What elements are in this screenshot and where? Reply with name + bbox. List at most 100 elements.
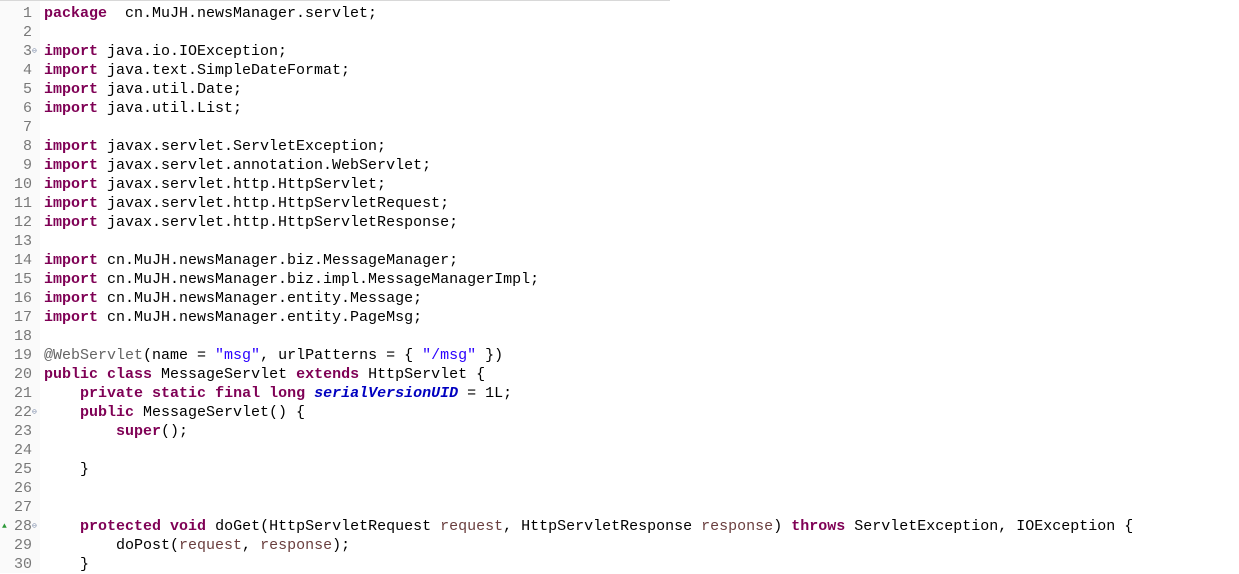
line-number: 3 xyxy=(22,43,32,60)
code-text: } xyxy=(44,460,89,479)
token: (name = xyxy=(143,347,216,364)
override-marker-icon[interactable]: ▲ xyxy=(2,517,7,536)
token-kw: import xyxy=(44,138,99,155)
line-number: 21 xyxy=(13,385,32,402)
token: javax.servlet.ServletException; xyxy=(98,138,387,155)
token-kw: import xyxy=(44,252,99,269)
token: javax.servlet.http.HttpServletResponse; xyxy=(98,214,459,231)
token: cn.MuJH.newsManager.biz.impl.MessageMana… xyxy=(98,271,540,288)
line-number: 12 xyxy=(13,214,32,231)
token-kw: super xyxy=(116,423,162,440)
token-par: response xyxy=(260,537,333,554)
token-kw: import xyxy=(44,81,99,98)
line-number: 6 xyxy=(22,100,32,117)
token-ann: @WebServlet xyxy=(44,347,144,364)
line-number: 15 xyxy=(13,271,32,288)
token-kw: import xyxy=(44,157,99,174)
code-text: import cn.MuJH.newsManager.entity.PageMs… xyxy=(44,308,422,327)
token-kw: protected xyxy=(80,518,162,535)
collapse-fold-icon[interactable]: ⊖ xyxy=(32,403,37,422)
code-text: import java.io.IOException; xyxy=(44,42,287,61)
code-text: import cn.MuJH.newsManager.biz.MessageMa… xyxy=(44,251,458,270)
token: javax.servlet.http.HttpServletRequest; xyxy=(98,195,450,212)
code-text: import java.util.Date; xyxy=(44,80,242,99)
token-kw: import xyxy=(44,290,99,307)
token: = 1L; xyxy=(458,385,513,402)
line-number: 20 xyxy=(13,366,32,383)
token-kw: import xyxy=(44,176,99,193)
token: MessageServlet xyxy=(152,366,297,383)
token-kw: extends xyxy=(296,366,360,383)
token: MessageServlet() { xyxy=(134,404,306,421)
line-number: 16 xyxy=(13,290,32,307)
token: ) xyxy=(773,518,792,535)
token: } xyxy=(44,556,90,573)
line-number: 18 xyxy=(13,328,32,345)
token-kw: void xyxy=(170,518,207,535)
code-text: import java.util.List; xyxy=(44,99,242,118)
token-par: response xyxy=(701,518,774,535)
code-text: import java.text.SimpleDateFormat; xyxy=(44,61,350,80)
line-number: 17 xyxy=(13,309,32,326)
line-number: 27 xyxy=(13,499,32,516)
code-text: import javax.servlet.http.HttpServlet; xyxy=(44,175,386,194)
line-number: 19 xyxy=(13,347,32,364)
token-str: "/msg" xyxy=(422,347,477,364)
token: ServletException, IOException { xyxy=(845,518,1134,535)
collapse-fold-icon[interactable]: ⊖ xyxy=(32,517,37,536)
token: doGet(HttpServletRequest xyxy=(206,518,441,535)
token-kw: private xyxy=(80,385,144,402)
token-kw: import xyxy=(44,214,99,231)
code-text: public MessageServlet() { xyxy=(44,403,305,422)
code-text: @WebServlet(name = "msg", urlPatterns = … xyxy=(44,346,503,365)
code-text: import cn.MuJH.newsManager.biz.impl.Mess… xyxy=(44,270,539,289)
code-text: import javax.servlet.http.HttpServletRes… xyxy=(44,213,458,232)
line-number: 22 xyxy=(13,404,32,421)
token: cn.MuJH.newsManager.servlet; xyxy=(107,5,378,22)
code-text: protected void doGet(HttpServletRequest … xyxy=(44,517,1133,536)
code-text: private static final long serialVersionU… xyxy=(44,384,512,403)
code-text: import javax.servlet.http.HttpServletReq… xyxy=(44,194,449,213)
line-number: 8 xyxy=(22,138,32,155)
token-kw: import xyxy=(44,100,99,117)
token: javax.servlet.http.HttpServlet; xyxy=(98,176,387,193)
token: ); xyxy=(332,537,351,554)
line-number: 30 xyxy=(13,556,32,573)
token: } xyxy=(44,461,90,478)
token: }) xyxy=(476,347,504,364)
token: java.util.Date; xyxy=(98,81,243,98)
token-str: "msg" xyxy=(215,347,261,364)
token-kw: throws xyxy=(791,518,846,535)
code-text: } xyxy=(44,555,89,574)
token: (); xyxy=(161,423,189,440)
token: doPost( xyxy=(44,537,180,554)
token: cn.MuJH.newsManager.entity.PageMsg; xyxy=(98,309,423,326)
line-number: 26 xyxy=(13,480,32,497)
token: , HttpServletResponse xyxy=(503,518,702,535)
code-text: import cn.MuJH.newsManager.entity.Messag… xyxy=(44,289,422,308)
line-number: 14 xyxy=(13,252,32,269)
line-number: 25 xyxy=(13,461,32,478)
code-text: import javax.servlet.ServletException; xyxy=(44,137,386,156)
token-par: request xyxy=(440,518,504,535)
line-number: 9 xyxy=(22,157,32,174)
line-number: 23 xyxy=(13,423,32,440)
token-kw: final xyxy=(215,385,261,402)
token-kw: import xyxy=(44,62,99,79)
token-par: request xyxy=(179,537,243,554)
token-kw: import xyxy=(44,271,99,288)
token: , urlPatterns = { xyxy=(260,347,423,364)
editor-top-border xyxy=(0,0,670,1)
collapse-fold-icon[interactable]: ⊖ xyxy=(32,42,37,61)
code-text: package cn.MuJH.newsManager.servlet; xyxy=(44,4,377,23)
code-text: public class MessageServlet extends Http… xyxy=(44,365,485,384)
token: cn.MuJH.newsManager.entity.Message; xyxy=(98,290,423,307)
token: HttpServlet { xyxy=(359,366,486,383)
